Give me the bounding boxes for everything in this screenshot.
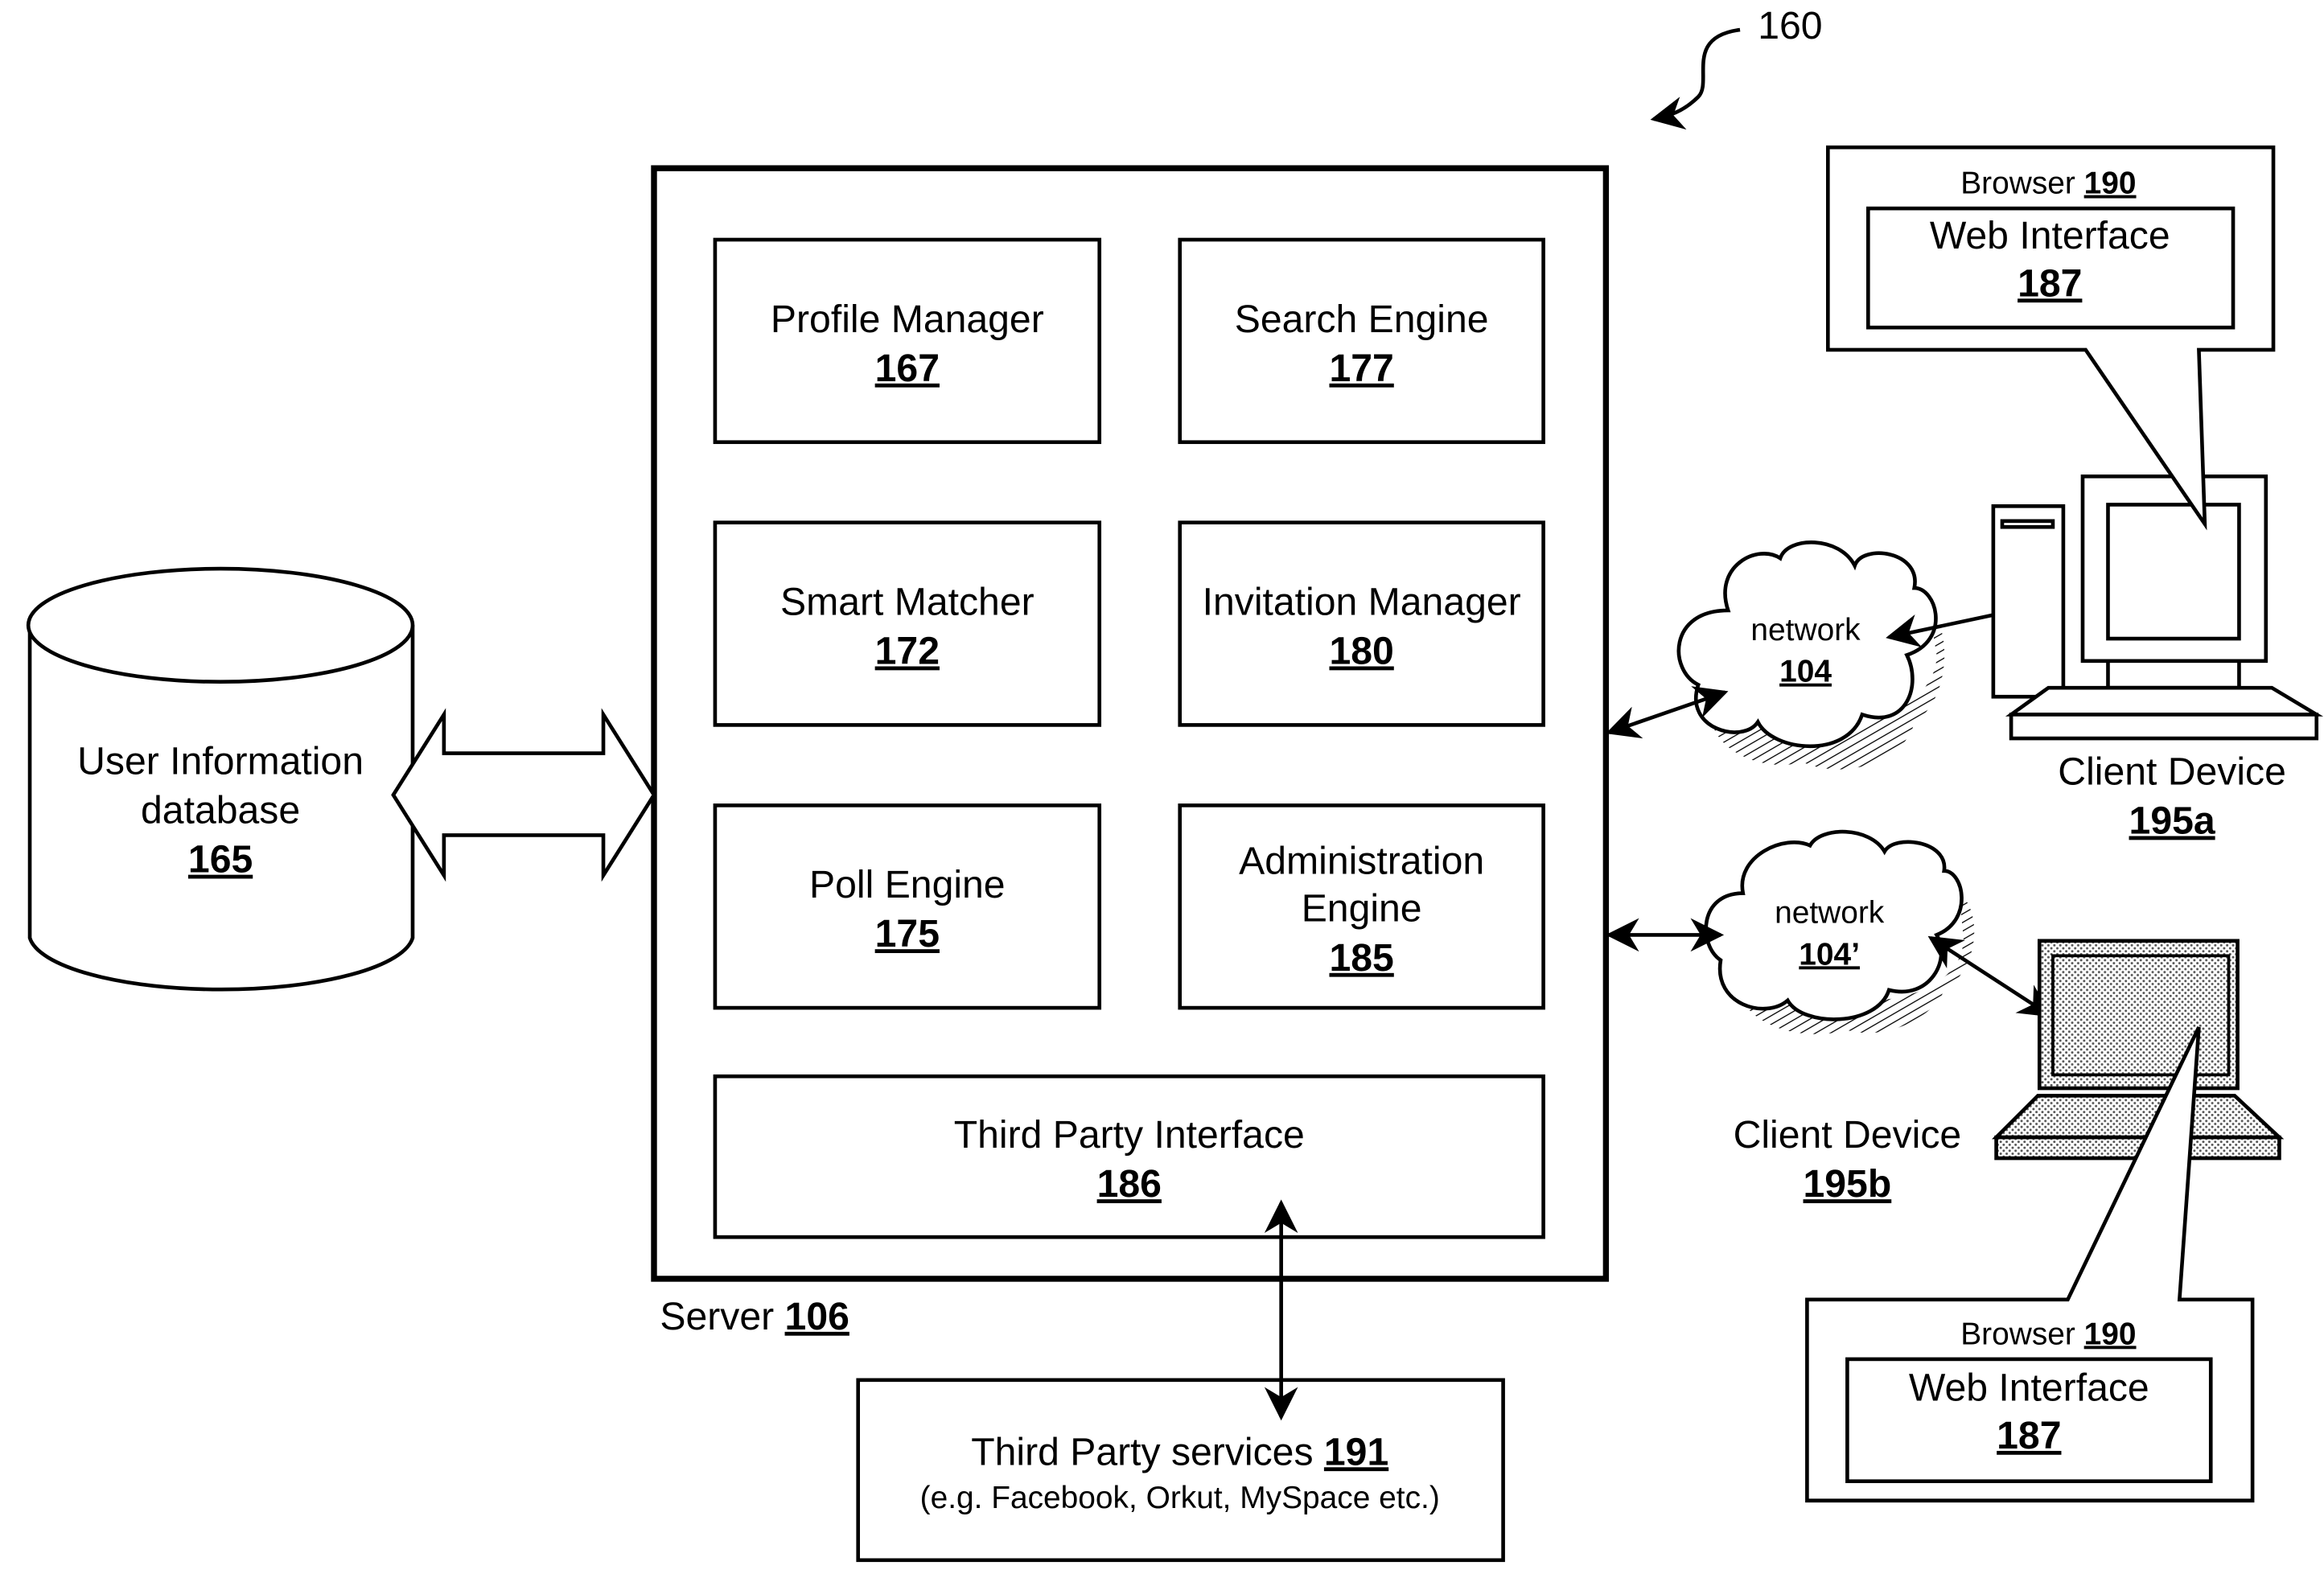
module-administration-engine: Administration Engine 185 <box>1178 803 1545 1010</box>
svg-text:195b: 195b <box>1804 1162 1892 1206</box>
svg-text:Browser 190: Browser 190 <box>1960 166 2136 201</box>
svg-text:195a: 195a <box>2129 799 2216 843</box>
figure-reference: 160 <box>1650 4 1823 130</box>
svg-text:Invitation Manager: Invitation Manager <box>1203 580 1521 623</box>
third-party-services-box: Third Party services 191 (e.g. Facebook,… <box>856 1378 1505 1563</box>
svg-text:Client Device: Client Device <box>1734 1113 1962 1157</box>
network-104-cloud: network 104 <box>1676 540 1945 770</box>
svg-text:(e.g. Facebook, Orkut, MySpace: (e.g. Facebook, Orkut, MySpace etc.) <box>920 1481 1440 1515</box>
module-third-party-interface: Third Party Interface 186 <box>713 1074 1545 1239</box>
figure-ref-arrow <box>1650 27 1741 130</box>
svg-text:Poll Engine: Poll Engine <box>809 863 1006 906</box>
browser-callout-195a: Browser 190 Web Interface 187 <box>1825 145 2276 531</box>
module-profile-manager: Profile Manager 167 <box>713 237 1102 445</box>
module-search-engine: Search Engine 177 <box>1178 237 1545 445</box>
svg-text:network: network <box>1775 896 1885 931</box>
svg-text:185: 185 <box>1329 936 1393 980</box>
svg-text:167: 167 <box>875 347 940 390</box>
svg-text:187: 187 <box>2018 261 2082 305</box>
svg-text:Third Party Interface: Third Party Interface <box>954 1113 1305 1157</box>
svg-text:Search Engine: Search Engine <box>1235 298 1489 341</box>
svg-text:Browser 190: Browser 190 <box>1960 1317 2136 1351</box>
database-server-double-arrow <box>391 708 656 882</box>
svg-text:Third Party services 191: Third Party services 191 <box>971 1430 1388 1473</box>
svg-text:180: 180 <box>1329 630 1393 673</box>
module-invitation-manager: Invitation Manager 180 <box>1178 520 1545 727</box>
svg-text:Administration: Administration <box>1239 840 1484 883</box>
svg-text:186: 186 <box>1097 1162 1162 1206</box>
svg-text:187: 187 <box>1997 1414 2061 1457</box>
svg-text:network: network <box>1750 613 1861 647</box>
server-label: Server 106 <box>660 1295 849 1338</box>
svg-text:Web Interface: Web Interface <box>1930 214 2170 257</box>
svg-text:165: 165 <box>188 838 253 881</box>
svg-text:Engine: Engine <box>1302 887 1422 931</box>
svg-text:104’: 104’ <box>1799 937 1860 972</box>
svg-text:Profile Manager: Profile Manager <box>771 298 1044 341</box>
svg-text:175: 175 <box>875 912 940 955</box>
svg-text:104: 104 <box>1779 655 1832 689</box>
module-smart-matcher: Smart Matcher 172 <box>713 520 1102 727</box>
user-information-database: User Information database 165 <box>26 566 415 992</box>
laptop-computer-icon <box>1991 939 2285 1161</box>
desktop-computer-icon <box>1991 474 2324 741</box>
svg-text:172: 172 <box>875 630 940 673</box>
figure-ref-number: 160 <box>1758 4 1822 47</box>
svg-text:User Information: User Information <box>77 740 364 783</box>
svg-text:Client Device: Client Device <box>2058 750 2286 793</box>
system-diagram: 160 Server 106 Profile Manager 167 Searc… <box>26 4 2324 1563</box>
client-device-195b-label: Client Device 195b <box>1734 1113 1962 1206</box>
svg-text:177: 177 <box>1329 347 1393 390</box>
svg-text:database: database <box>141 789 300 832</box>
network-104-prime-cloud: network 104’ <box>1704 829 1975 1034</box>
client-device-195a-label: Client Device 195a <box>2058 750 2286 842</box>
svg-text:Web Interface: Web Interface <box>1909 1366 2149 1410</box>
browser-callout-195b: Browser 190 Web Interface 187 <box>1805 1026 2255 1503</box>
svg-text:Smart Matcher: Smart Matcher <box>780 580 1034 623</box>
module-poll-engine: Poll Engine 175 <box>713 803 1102 1010</box>
